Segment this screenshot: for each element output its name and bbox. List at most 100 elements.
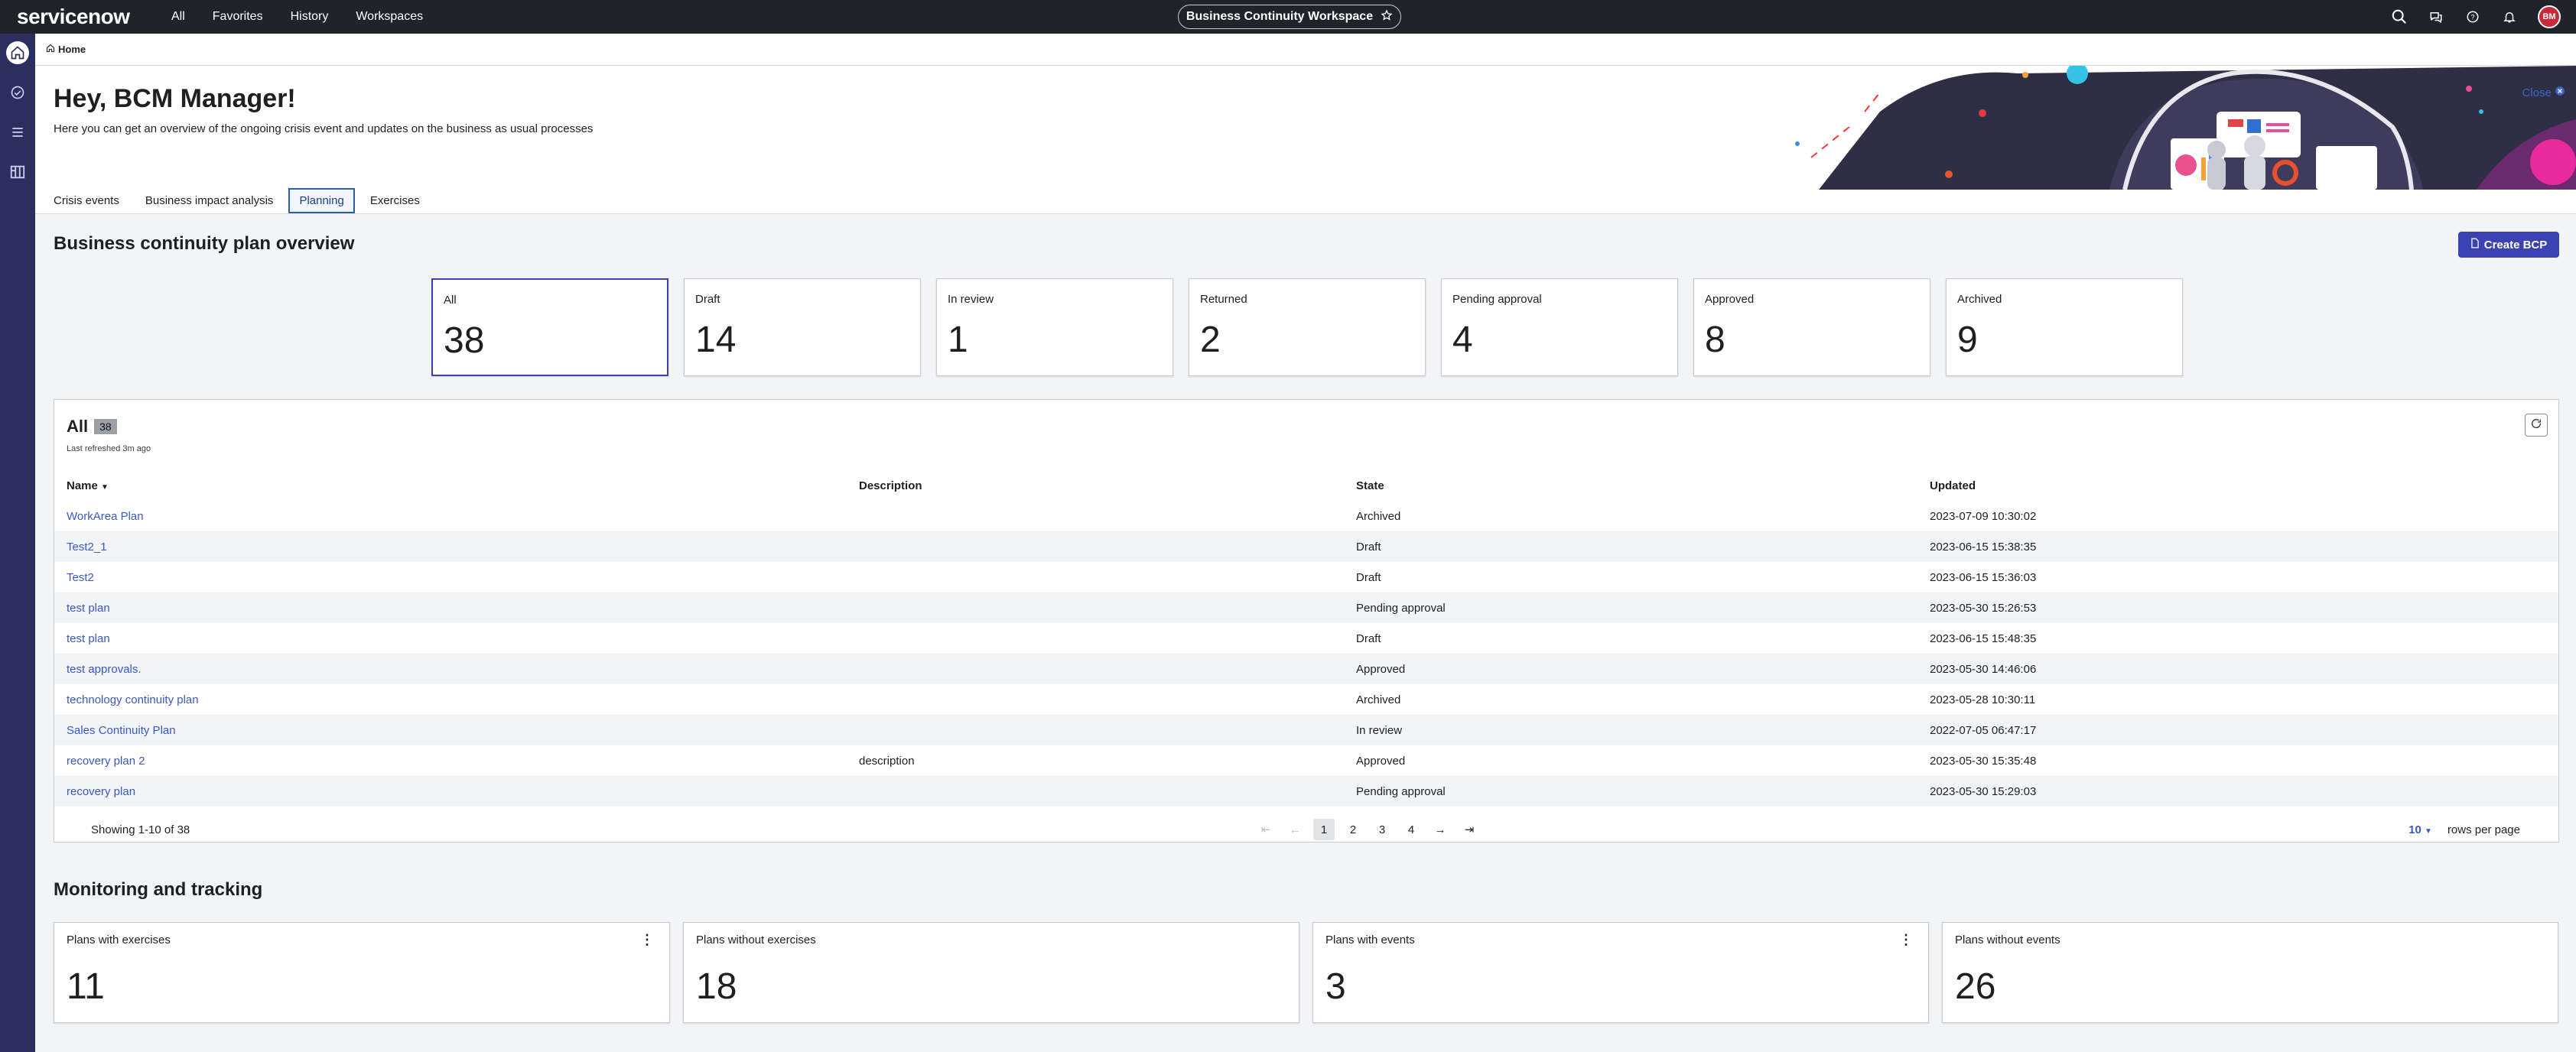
tab-crisis-events[interactable]: Crisis events xyxy=(43,188,130,213)
stat-card-archived[interactable]: Archived 9 xyxy=(1946,278,2183,376)
home-icon[interactable] xyxy=(6,41,29,64)
pagination: Showing 1-10 of 38 ⇤ ← 1 2 3 4 → ⇥ 10 ▼ … xyxy=(54,816,2558,843)
bell-icon[interactable] xyxy=(2501,8,2518,25)
plan-link[interactable]: test plan xyxy=(67,632,110,645)
rows-per-page-label: rows per page xyxy=(2447,823,2520,836)
monitoring-card-plans-without-exercises[interactable]: Plans without exercises 18 xyxy=(683,922,1299,1023)
stat-card-returned[interactable]: Returned 2 xyxy=(1189,278,1426,376)
tab-exercises[interactable]: Exercises xyxy=(359,188,431,213)
menu-workspaces[interactable]: Workspaces xyxy=(356,10,423,24)
cell-updated: 2023-06-15 15:38:35 xyxy=(1930,540,2037,554)
monitoring-label: Plans with events xyxy=(1325,933,1415,946)
close-label: Close xyxy=(2522,86,2552,99)
cell-updated: 2022-07-05 06:47:17 xyxy=(1930,723,2037,737)
more-options-icon[interactable]: ⋮ xyxy=(1899,932,1913,948)
chevron-down-icon: ▼ xyxy=(2425,826,2432,836)
cell-state: Draft xyxy=(1356,570,1381,584)
cell-updated: 2023-05-30 15:29:03 xyxy=(1930,784,2037,798)
tab-business-impact-analysis[interactable]: Business impact analysis xyxy=(135,188,285,213)
cell-description xyxy=(847,684,1344,715)
chat-icon[interactable] xyxy=(2428,8,2444,25)
plan-link[interactable]: Test2 xyxy=(67,571,94,584)
col-header-updated[interactable]: Updated xyxy=(1917,470,2558,501)
board-icon[interactable] xyxy=(6,161,29,183)
stat-card-draft[interactable]: Draft 14 xyxy=(684,278,921,376)
stat-label: Returned xyxy=(1200,293,1247,306)
help-icon[interactable]: ? xyxy=(2464,8,2481,25)
next-page-icon[interactable]: → xyxy=(1429,819,1451,840)
close-link[interactable]: Close xyxy=(2522,86,2565,99)
refresh-button[interactable] xyxy=(2525,414,2548,437)
first-page-icon[interactable]: ⇤ xyxy=(1255,819,1277,840)
stat-label: Pending approval xyxy=(1452,293,1542,306)
col-header-name[interactable]: Name ▼ xyxy=(54,470,847,501)
stat-label: Approved xyxy=(1705,293,1755,306)
stat-label: Draft xyxy=(695,293,720,306)
col-header-state[interactable]: State xyxy=(1344,470,1917,501)
stat-card-approved[interactable]: Approved 8 xyxy=(1693,278,1930,376)
breadcrumb-home[interactable]: Home xyxy=(58,44,86,55)
stat-card-all[interactable]: All 38 xyxy=(431,278,668,376)
workspace-title-pill[interactable]: Business Continuity Workspace xyxy=(1178,5,1401,29)
plan-link[interactable]: Sales Continuity Plan xyxy=(67,724,176,737)
cell-updated: 2023-05-30 15:26:53 xyxy=(1930,601,2037,615)
table-row: Test2 Draft 2023-06-15 15:36:03 xyxy=(54,562,2558,593)
prev-page-icon[interactable]: ← xyxy=(1284,819,1306,840)
menu-all[interactable]: All xyxy=(171,10,185,24)
monitoring-card-plans-with-events[interactable]: Plans with events ⋮ 3 xyxy=(1312,922,1929,1023)
stat-card-in-review[interactable]: In review 1 xyxy=(936,278,1173,376)
menu-favorites[interactable]: Favorites xyxy=(213,10,263,24)
page-button[interactable]: 4 xyxy=(1400,819,1422,840)
col-header-description[interactable]: Description xyxy=(847,470,1344,501)
more-options-icon[interactable]: ⋮ xyxy=(640,932,654,948)
stat-card-pending-approval[interactable]: Pending approval 4 xyxy=(1441,278,1678,376)
create-bcp-button[interactable]: Create BCP xyxy=(2458,232,2559,258)
refresh-icon xyxy=(2530,417,2542,433)
cell-description xyxy=(847,715,1344,745)
plan-link[interactable]: test plan xyxy=(67,602,110,615)
cell-description xyxy=(847,562,1344,593)
stat-value: 1 xyxy=(948,320,968,360)
cell-description xyxy=(847,623,1344,654)
rows-per-page-select[interactable]: 10 ▼ xyxy=(2408,823,2432,836)
cell-description xyxy=(847,654,1344,684)
plan-link[interactable]: test approvals. xyxy=(67,663,141,676)
cell-state: Archived xyxy=(1356,509,1401,523)
servicenow-logo[interactable]: servicenow xyxy=(17,5,154,29)
monitoring-card-plans-without-events[interactable]: Plans without events 26 xyxy=(1942,922,2558,1023)
cell-updated: 2023-05-28 10:30:11 xyxy=(1930,693,2036,706)
page-button[interactable]: 2 xyxy=(1342,819,1364,840)
greeting-subtitle: Here you can get an overview of the ongo… xyxy=(54,122,594,135)
plan-link[interactable]: WorkArea Plan xyxy=(67,510,144,523)
star-icon[interactable] xyxy=(1381,8,1393,25)
page-button[interactable]: 3 xyxy=(1371,819,1393,840)
top-nav: servicenow All Favorites History Workspa… xyxy=(0,0,2576,34)
create-bcp-label: Create BCP xyxy=(2483,238,2548,252)
table-row: recovery plan Pending approval 2023-05-30 … xyxy=(54,776,2558,807)
page-button[interactable]: 1 xyxy=(1313,819,1335,840)
tab-planning[interactable]: Planning xyxy=(288,188,355,213)
cell-state: Archived xyxy=(1356,693,1401,706)
top-icons: ? BM xyxy=(2391,0,2561,34)
last-refreshed: Last refreshed 3m ago xyxy=(67,444,151,453)
search-icon[interactable] xyxy=(2391,8,2408,25)
user-avatar[interactable]: BM xyxy=(2538,5,2561,28)
menu-history[interactable]: History xyxy=(291,10,329,24)
plan-link[interactable]: recovery plan 2 xyxy=(67,755,145,768)
top-menu: All Favorites History Workspaces xyxy=(171,10,423,24)
table-row: WorkArea Plan Archived 2023-07-09 10:30:02 xyxy=(54,501,2558,531)
monitoring-card-plans-with-exercises[interactable]: Plans with exercises ⋮ 11 xyxy=(54,922,670,1023)
cell-updated: 2023-06-15 15:48:35 xyxy=(1930,632,2037,645)
table-row: technology continuity plan Archived 2023-0… xyxy=(54,684,2558,715)
document-icon xyxy=(2470,238,2480,252)
plan-link[interactable]: technology continuity plan xyxy=(67,693,199,706)
hero-illustration xyxy=(1788,66,2576,190)
list-icon[interactable] xyxy=(6,121,29,144)
last-page-icon[interactable]: ⇥ xyxy=(1459,819,1480,840)
count-badge: 38 xyxy=(94,419,117,434)
plan-link[interactable]: Test2_1 xyxy=(67,541,107,554)
check-circle-icon[interactable] xyxy=(6,81,29,104)
plans-table: Name ▼ Description State Updated WorkAre… xyxy=(54,470,2558,807)
plan-link[interactable]: recovery plan xyxy=(67,785,135,798)
greeting-heading: Hey, BCM Manager! xyxy=(54,84,296,113)
